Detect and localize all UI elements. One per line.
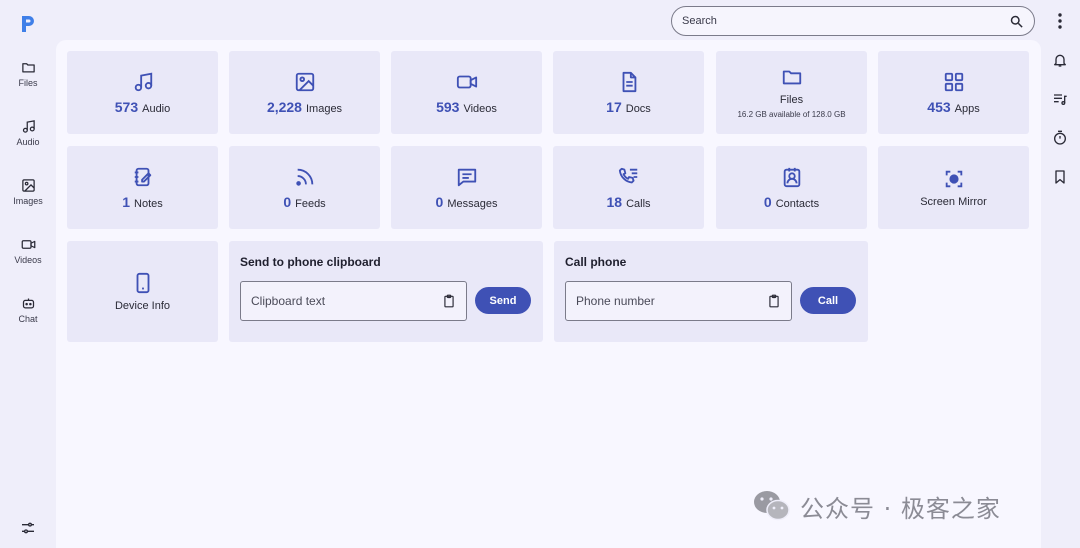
clipboard-field[interactable] — [240, 281, 467, 321]
bookmark-icon[interactable] — [1052, 169, 1068, 185]
sliders-icon[interactable] — [20, 520, 36, 536]
call-button[interactable]: Call — [800, 287, 856, 314]
screen-mirror-icon — [945, 170, 962, 187]
feeds-card[interactable]: 0 Feeds — [229, 146, 380, 229]
sidebar-item-files[interactable]: Files — [0, 60, 56, 104]
screen-mirror-card[interactable]: Screen Mirror — [878, 146, 1029, 229]
send-button[interactable]: Send — [475, 287, 531, 314]
sidebar-item-audio[interactable]: Audio — [0, 119, 56, 163]
calls-label: Calls — [626, 197, 651, 210]
notes-icon — [134, 167, 151, 186]
music-note-icon — [22, 120, 35, 133]
apps-grid-icon — [944, 72, 963, 91]
call-panel: Call phone Call — [554, 241, 868, 342]
more-vert-icon[interactable] — [1052, 12, 1068, 30]
clipboard-panel: Send to phone clipboard Send — [229, 241, 543, 342]
phone-number-input[interactable] — [576, 294, 767, 308]
apps-card[interactable]: 453 Apps — [878, 51, 1029, 134]
sidebar-item-images[interactable]: Images — [0, 178, 56, 222]
search-input[interactable] — [682, 15, 1009, 27]
search-bar[interactable] — [671, 6, 1035, 36]
watermark: 公众号 · 极客之家 — [752, 486, 1048, 526]
app-logo[interactable] — [19, 14, 37, 34]
audio-card[interactable]: 573 Audio — [67, 51, 218, 134]
calls-card[interactable]: 18 Calls — [553, 146, 704, 229]
image-icon — [295, 72, 314, 91]
phone-field[interactable] — [565, 281, 792, 321]
notes-label: Notes — [134, 197, 163, 210]
contact-icon — [783, 167, 800, 187]
sidebar-item-videos[interactable]: Videos — [0, 237, 56, 281]
chat-bot-icon — [22, 298, 34, 309]
clipboard-input[interactable] — [251, 294, 442, 308]
files-card[interactable]: Files 16.2 GB available of 128.0 GB — [716, 51, 867, 134]
call-panel-title: Call phone — [565, 255, 627, 269]
images-card[interactable]: 2,228 Images — [229, 51, 380, 134]
clipboard-icon[interactable] — [442, 294, 456, 308]
wechat-icon — [754, 491, 790, 521]
sidebar-item-label: Audio — [16, 137, 40, 147]
screen-mirror-label: Screen Mirror — [920, 195, 987, 208]
document-icon — [622, 71, 636, 92]
call-list-icon — [618, 167, 637, 183]
images-count: 2,228 — [266, 98, 302, 115]
feeds-label: Feeds — [295, 197, 326, 210]
music-note-icon — [134, 72, 152, 91]
videos-label: Videos — [463, 102, 497, 115]
storage-info: 16.2 GB available of 128.0 GB — [737, 110, 846, 119]
docs-label: Docs — [625, 102, 651, 115]
folder-icon — [21, 63, 35, 73]
clipboard-icon[interactable] — [767, 294, 781, 308]
messages-count: 0 — [435, 193, 444, 210]
images-label: Images — [305, 102, 343, 115]
apps-count: 453 — [927, 98, 951, 115]
image-icon — [21, 179, 35, 192]
feeds-count: 0 — [283, 193, 292, 210]
timer-icon[interactable] — [1052, 130, 1068, 146]
contacts-card[interactable]: 0 Contacts — [716, 146, 867, 229]
search-icon[interactable] — [1009, 14, 1024, 29]
messages-label: Messages — [447, 197, 498, 210]
playlist-icon[interactable] — [1052, 91, 1068, 107]
phone-device-icon — [136, 272, 149, 293]
sidebar-item-label: Files — [18, 78, 38, 88]
files-label: Files — [779, 94, 804, 106]
message-icon — [457, 168, 476, 186]
video-camera-icon — [21, 240, 35, 249]
sidebar-item-label: Videos — [14, 255, 42, 265]
main-content: 573 Audio 2,228 Images 593 Videos 17 Docs Fi… — [56, 40, 1041, 548]
watermark-text: 公众号 · 极客之家 — [800, 494, 1001, 523]
rss-icon — [295, 168, 313, 186]
contacts-label: Contacts — [775, 197, 820, 210]
video-camera-icon — [456, 75, 477, 88]
notes-count: 1 — [122, 193, 131, 210]
notes-card[interactable]: 1 Notes — [67, 146, 218, 229]
left-sidebar: Files Audio Images Videos Chat — [0, 0, 56, 548]
clipboard-panel-title: Send to phone clipboard — [240, 255, 381, 269]
sidebar-item-label: Chat — [18, 314, 38, 324]
docs-card[interactable]: 17 Docs — [553, 51, 704, 134]
bell-icon[interactable] — [1052, 52, 1068, 68]
contacts-count: 0 — [763, 193, 772, 210]
videos-count: 593 — [436, 98, 460, 115]
messages-card[interactable]: 0 Messages — [391, 146, 542, 229]
audio-label: Audio — [142, 102, 171, 115]
docs-count: 17 — [606, 98, 622, 115]
videos-card[interactable]: 593 Videos — [391, 51, 542, 134]
apps-label: Apps — [954, 102, 980, 115]
audio-count: 573 — [114, 98, 139, 115]
calls-count: 18 — [606, 193, 623, 210]
sidebar-item-label: Images — [13, 196, 43, 206]
sidebar-item-chat[interactable]: Chat — [0, 296, 56, 340]
device-info-card[interactable]: Device Info — [67, 241, 218, 342]
device-info-label: Device Info — [114, 299, 171, 312]
folder-icon — [782, 70, 801, 85]
